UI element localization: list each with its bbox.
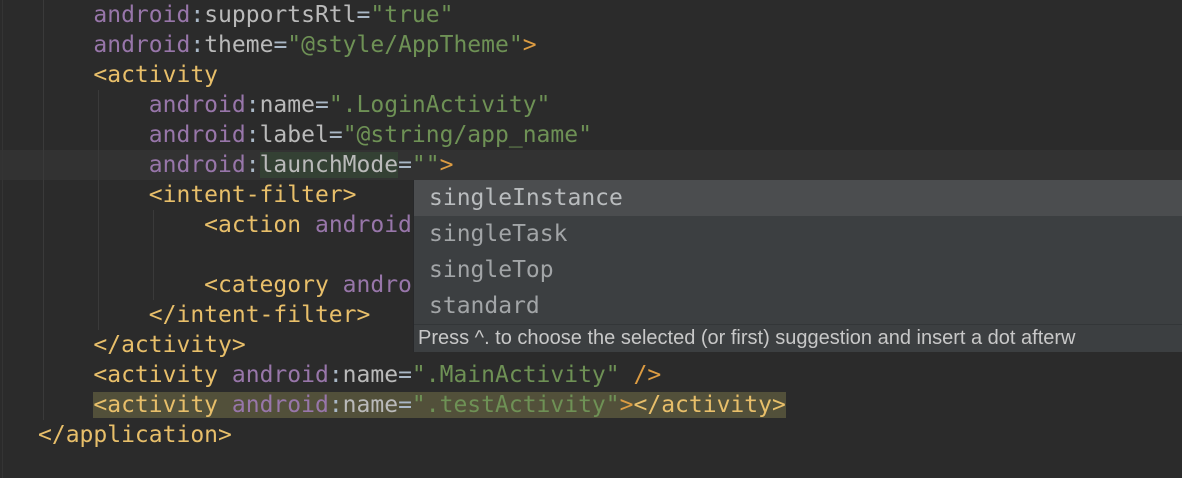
code-token: "" [411,152,440,178]
code-line[interactable]: android:supportsRtl="true" [38,0,1182,30]
code-token: android [93,32,191,58]
code-token: </intent-filter> [148,302,371,328]
code-token: ".LoginActivity" [328,92,551,118]
code-token: /> [633,362,662,388]
code-token: : [328,362,343,388]
code-editor-window: android:supportsRtl="true" android:theme… [0,0,1182,478]
code-token: <activity [93,362,219,388]
code-token: : [245,122,260,148]
code-line[interactable]: android:name=".LoginActivity" [38,90,1182,120]
code-token: </activity> [633,392,786,418]
code-token: "true" [370,2,454,28]
code-line[interactable]: <activity [38,60,1182,90]
code-line[interactable]: </application> [38,420,1182,450]
code-line[interactable]: android:launchMode=""> [38,150,1182,180]
code-token: </activity> [93,332,246,358]
completion-item[interactable]: standard [414,288,1182,324]
code-token [218,392,232,418]
code-token: <category [204,272,329,298]
code-token: <activity [93,62,219,88]
code-token: = [314,92,329,118]
code-token: supportsRtl [204,2,357,28]
code-token: android [148,152,246,178]
code-token: android [231,392,329,418]
code-token: ".MainActivity" [411,362,620,388]
code-token: > [522,32,537,58]
completion-item[interactable]: singleTop [414,252,1182,288]
code-token: = [328,122,343,148]
code-token: theme [204,32,274,58]
autocomplete-item-list: singleInstance singleTask singleTop standar… [414,180,1182,324]
code-token: "@style/AppTheme" [287,32,523,58]
code-token: : [190,2,205,28]
editor-surface[interactable]: android:supportsRtl="true" android:theme… [0,0,1182,478]
code-token: </application> [38,422,232,448]
code-token: = [273,32,288,58]
autocomplete-popup[interactable]: singleInstance singleTask singleTop standar… [413,180,1182,352]
code-token: : [245,152,260,178]
autocomplete-hint: Press ^. to choose the selected (or firs… [414,324,1182,352]
code-token: label [259,122,329,148]
completion-item[interactable]: singleTask [414,216,1182,252]
code-token: : [190,32,205,58]
code-token: android [148,122,246,148]
code-line[interactable]: <activity android:name=".testActivity"><… [38,390,1182,420]
code-line[interactable]: <activity android:name=".MainActivity" /… [38,360,1182,390]
code-token: name [342,362,399,388]
code-token: android [231,362,329,388]
code-token: = [398,152,412,178]
code-token: ".testActivity" [411,392,620,418]
code-token: : [245,92,260,118]
code-token: launchMode [259,152,399,178]
code-token: name [342,392,399,418]
code-token: name [259,92,315,118]
code-token: > [439,152,454,178]
code-line[interactable]: android:label="@string/app_name" [38,120,1182,150]
code-token: : [328,392,343,418]
code-token: andro [342,272,412,298]
code-token: = [398,392,412,418]
code-token: <activity [93,392,219,418]
completion-item-selected[interactable]: singleInstance [414,180,1182,216]
code-token: "@string/app_name" [342,122,592,148]
code-token: <intent-filter> [148,182,357,208]
code-token: > [619,392,634,418]
code-token: <action [204,212,302,238]
code-token: = [356,2,371,28]
code-token: android [314,212,412,238]
code-line[interactable]: android:theme="@style/AppTheme"> [38,30,1182,60]
code-token: android [148,92,246,118]
code-token: = [398,362,412,388]
code-token: android [93,2,191,28]
